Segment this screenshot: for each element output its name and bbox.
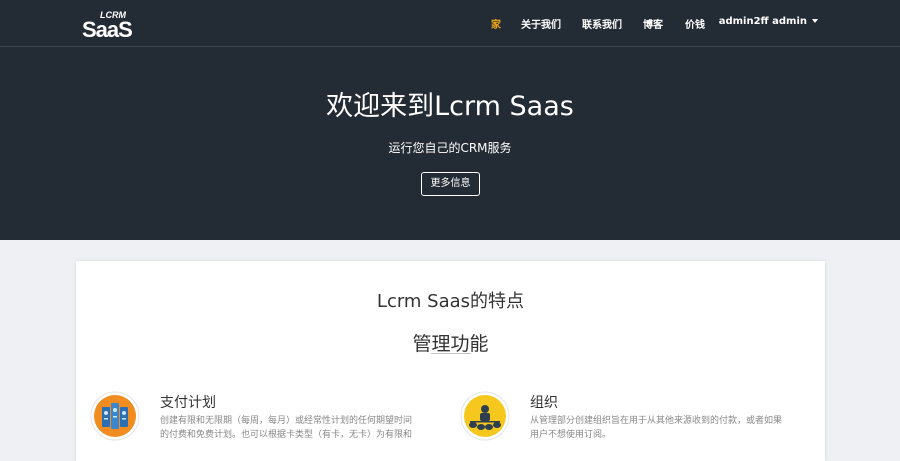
feature-text-organization-1: 从管理部分创建组织旨在用于从其他来源收到的付款，或者如果 xyxy=(530,416,783,426)
more-info-button[interactable]: 更多信息 xyxy=(421,172,480,196)
nav-item-home[interactable]: 家 xyxy=(491,16,501,31)
hero-title: 欢迎来到Lcrm Saas xyxy=(326,91,574,122)
navbar: LCRM SaaS 家 关于我们 联系我们 博客 价钱 admin2ff adm… xyxy=(0,0,900,47)
nav-item-pricing[interactable]: 价钱 xyxy=(685,16,705,31)
nav-item-blog[interactable]: 博客 xyxy=(643,16,663,31)
brand-logo[interactable]: LCRM SaaS xyxy=(82,7,154,39)
nav-item-contact[interactable]: 联系我们 xyxy=(582,16,622,31)
features-title: Lcrm Saas的特点 xyxy=(376,291,525,312)
feature-title-payment: 支付计划 xyxy=(160,395,216,411)
hero-subtitle: 运行您自己的CRM服务 xyxy=(388,141,512,155)
subtitle-underline xyxy=(431,353,471,354)
nav-item-about[interactable]: 关于我们 xyxy=(521,16,561,31)
features-subtitle: 管理功能 xyxy=(412,333,489,355)
organization-icon xyxy=(460,391,510,441)
caret-down-icon xyxy=(812,19,818,23)
feature-title-organization: 组织 xyxy=(530,395,558,411)
features-card: Lcrm Saas的特点 管理功能 支付计划 创建有限和无限期（每周，每月）或经… xyxy=(76,261,825,461)
feature-text-payment-1: 创建有限和无限期（每周，每月）或经常性计划的任何期望时间 xyxy=(160,416,413,426)
user-menu-label: admin2ff admin xyxy=(718,16,807,27)
logo-main-text: SaaS xyxy=(82,17,132,39)
payment-plan-icon xyxy=(90,391,140,441)
hero-section: LCRM SaaS 家 关于我们 联系我们 博客 价钱 admin2ff adm… xyxy=(0,0,900,240)
user-menu[interactable]: admin2ff admin xyxy=(719,16,818,27)
